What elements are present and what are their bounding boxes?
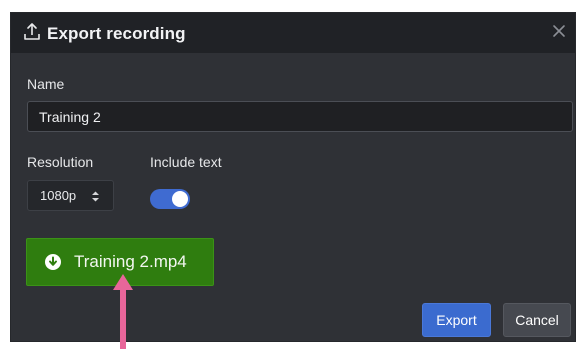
dialog-titlebar: Export recording [11, 13, 575, 53]
include-text-toggle[interactable] [150, 189, 190, 209]
export-recording-dialog: Export recording Name Resolution Include… [10, 12, 576, 342]
up-down-chevron-icon [92, 191, 99, 202]
export-button[interactable]: Export [422, 303, 491, 337]
resolution-value: 1080p [40, 188, 77, 203]
download-filename: Training 2.mp4 [74, 252, 187, 271]
dialog-title: Export recording [47, 24, 186, 43]
name-label: Name [27, 76, 65, 92]
annotation-arrow [113, 274, 133, 349]
resolution-select[interactable]: 1080p [27, 180, 114, 211]
name-input[interactable] [27, 101, 573, 132]
cancel-button[interactable]: Cancel [503, 303, 571, 337]
close-icon[interactable] [551, 23, 567, 39]
resolution-label: Resolution [27, 154, 94, 170]
include-text-label: Include text [150, 154, 222, 170]
download-circle-icon [45, 254, 61, 270]
upload-icon [24, 23, 40, 40]
toggle-knob [172, 191, 188, 207]
